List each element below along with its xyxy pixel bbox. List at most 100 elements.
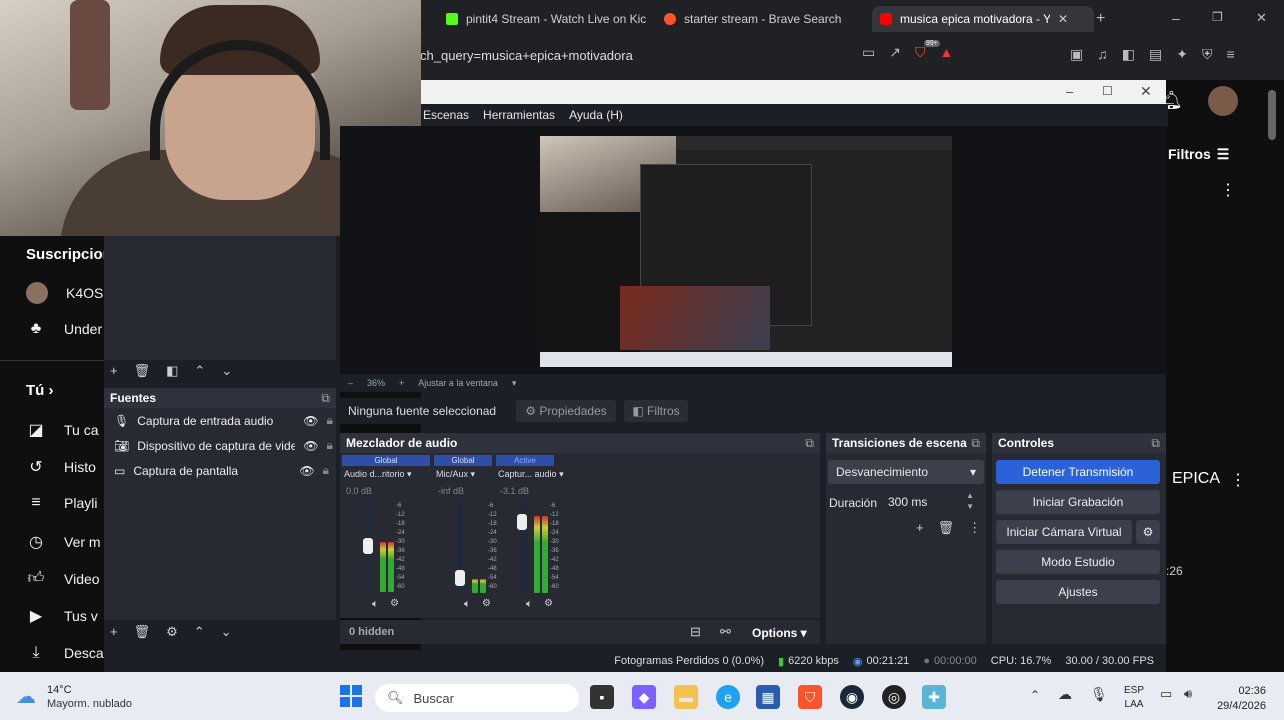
more-vert-icon[interactable]: ⋮ xyxy=(1220,180,1236,200)
clock[interactable]: 02:36 29/4/2026 xyxy=(1214,684,1266,714)
add-icon[interactable]: + xyxy=(916,520,924,536)
obs-close-icon[interactable]: ✕ xyxy=(1140,83,1152,100)
gear-icon[interactable]: ⚙ xyxy=(544,598,553,609)
language-indicator[interactable]: ESP LAA xyxy=(1124,684,1144,712)
filters-button[interactable]: ◧ Filtros xyxy=(624,400,688,422)
more-vert-icon[interactable]: ⋮ xyxy=(968,520,981,536)
window-close-icon[interactable]: ✕ xyxy=(1256,10,1267,26)
vpn-icon[interactable]: ⛨ xyxy=(1202,46,1213,63)
obs-icon[interactable]: ◎ xyxy=(882,685,906,709)
move-up-icon[interactable]: ⌃ xyxy=(194,624,205,640)
brave-icon[interactable]: ⛉ xyxy=(798,685,822,709)
minimize-icon[interactable]: – xyxy=(1172,10,1180,26)
obs-minimize-icon[interactable]: – xyxy=(1066,84,1073,99)
source-item[interactable]: ▭ Captura de pantalla 👁︎ 🔒︎ xyxy=(104,458,336,483)
lock-icon[interactable]: 🔒︎ xyxy=(326,413,332,428)
trash-icon[interactable]: 🗑︎ xyxy=(134,624,151,640)
reader-icon[interactable]: ▣ xyxy=(1070,46,1083,63)
filters-button[interactable]: Filtros ☰ xyxy=(1168,146,1229,163)
source-item[interactable]: 📷︎ Dispositivo de captura de video 👁︎ 🔒︎ xyxy=(104,433,336,458)
undock-icon[interactable]: ⧉ xyxy=(805,433,814,453)
source-item[interactable]: 🎙︎ Captura de entrada audio 👁︎ 🔒︎ xyxy=(104,408,336,433)
volume-icon[interactable]: 🔊︎ xyxy=(1184,686,1192,702)
speaker-icon[interactable]: 🔈︎ xyxy=(526,598,533,611)
link-icon[interactable]: ⚯ xyxy=(720,624,731,640)
volume-slider-handle[interactable] xyxy=(363,538,373,554)
sidebar-icon[interactable]: ◧ xyxy=(1122,46,1135,63)
move-down-icon[interactable]: ⌄ xyxy=(221,363,232,379)
music-icon[interactable]: ♫ xyxy=(1097,46,1108,63)
video-title-fragment[interactable]: EPICA xyxy=(1172,470,1220,488)
studio-mode-button[interactable]: Modo Estudio xyxy=(996,550,1160,574)
transition-select[interactable]: Desvanecimiento ▾ xyxy=(828,460,984,484)
microphone-icon[interactable]: 🎙︎ xyxy=(1090,686,1108,703)
cast-icon[interactable]: ▭ xyxy=(862,44,875,61)
share-icon[interactable]: ↗ xyxy=(889,44,901,61)
gear-icon[interactable]: ⚙ xyxy=(390,598,399,609)
obs-maximize-icon[interactable]: ☐ xyxy=(1102,84,1113,98)
app-icon[interactable]: ✚ xyxy=(922,685,946,709)
avatar[interactable] xyxy=(1208,86,1238,116)
copilot-icon[interactable]: ◆ xyxy=(632,685,656,709)
brave-rewards-icon[interactable]: ▲ xyxy=(939,44,953,61)
tab-kick[interactable]: pintit4 Stream - Watch Live on Kic xyxy=(446,6,646,32)
sidebar-item-liked[interactable]: 👍︎ Video xyxy=(26,569,100,588)
gear-icon[interactable]: ⚙ xyxy=(482,598,491,609)
scrollbar[interactable] xyxy=(1268,90,1276,140)
weather-temp[interactable]: 14°C xyxy=(47,684,72,696)
sidebar-item-playlists[interactable]: ≡ Playli xyxy=(26,494,97,512)
address-bar[interactable]: ch_query=musica+epica+motivadora xyxy=(420,44,870,68)
menu-help[interactable]: Ayuda (H) xyxy=(569,108,623,122)
move-up-icon[interactable]: ⌃ xyxy=(194,363,205,379)
new-tab-icon[interactable]: + xyxy=(1096,10,1105,28)
close-icon[interactable]: ✕ xyxy=(1058,12,1068,26)
volume-slider-handle[interactable] xyxy=(517,514,527,530)
layout-icon[interactable]: ⊟ xyxy=(690,624,701,640)
move-down-icon[interactable]: ⌄ xyxy=(221,624,232,640)
windows-start-icon[interactable] xyxy=(339,684,363,708)
undock-icon[interactable]: ⧉ xyxy=(1151,433,1160,453)
subscription-item[interactable]: K4OS xyxy=(26,282,103,304)
network-icon[interactable]: ▭ xyxy=(1160,686,1172,702)
chevron-up-icon[interactable]: ⌃ xyxy=(1030,688,1040,702)
tab-youtube[interactable]: musica epica motivadora - Yo ✕ xyxy=(872,6,1094,32)
channel-name[interactable]: Mic/Aux ▾ xyxy=(436,469,475,480)
options-dropdown[interactable]: Options ▾ xyxy=(752,626,807,640)
chevron-down-icon[interactable]: ▾ xyxy=(512,378,517,389)
wallet-icon[interactable]: ▤ xyxy=(1149,46,1162,63)
speaker-icon[interactable]: 🔈︎ xyxy=(372,598,379,611)
lock-icon[interactable]: 🔒︎ xyxy=(323,463,329,478)
sidebar-item-your-videos[interactable]: ▶ Tus v xyxy=(26,606,98,626)
file-explorer-icon[interactable]: ▬ xyxy=(674,685,698,709)
weather-icon[interactable]: ☁ xyxy=(16,684,36,709)
zoom-out-icon[interactable]: – xyxy=(348,378,353,388)
steam-icon[interactable]: ◉ xyxy=(840,685,864,709)
onedrive-icon[interactable]: ☁ xyxy=(1058,686,1072,703)
menu-icon[interactable]: ≡ xyxy=(1226,46,1234,63)
volume-slider-handle[interactable] xyxy=(455,570,465,586)
zoom-in-icon[interactable]: + xyxy=(399,378,404,388)
sidebar-item-watch-later[interactable]: ◷ Ver m xyxy=(26,532,101,552)
trash-icon[interactable]: 🗑︎ xyxy=(134,363,151,379)
settings-button[interactable]: Ajustes xyxy=(996,580,1160,604)
sidebar-item-your-channel[interactable]: ◪ Tu ca xyxy=(26,420,98,440)
eye-icon[interactable]: 👁︎ xyxy=(299,464,314,478)
brave-shield-icon[interactable]: ⛉ 99+ xyxy=(915,40,940,61)
sidebar-item-downloads[interactable]: ⤓ Desca xyxy=(26,644,103,662)
sidebar-item-history[interactable]: ↺ Histo xyxy=(26,457,96,477)
tab-brave-search[interactable]: starter stream - Brave Search xyxy=(664,6,854,32)
start-recording-button[interactable]: Iniciar Grabación xyxy=(996,490,1160,514)
scenes-list[interactable] xyxy=(104,236,336,360)
maximize-icon[interactable]: ❐ xyxy=(1212,10,1223,24)
edge-icon[interactable]: e xyxy=(716,685,740,709)
gear-icon[interactable]: ⚙ xyxy=(166,624,178,640)
undock-icon[interactable]: ⧉ xyxy=(971,433,980,453)
lock-icon[interactable]: 🔒︎ xyxy=(326,438,332,453)
channel-name[interactable]: Captur... audio ▾ xyxy=(498,469,564,480)
eye-icon[interactable]: 👁︎ xyxy=(303,414,318,428)
channel-name[interactable]: Audio d...ritorio ▾ xyxy=(344,469,412,480)
eye-icon[interactable]: 👁︎ xyxy=(303,439,318,453)
stream-preview[interactable] xyxy=(540,136,952,367)
duration-input[interactable]: 300 ms ▲ ▼ xyxy=(880,490,980,514)
more-vert-icon[interactable]: ⋮ xyxy=(1230,470,1246,490)
